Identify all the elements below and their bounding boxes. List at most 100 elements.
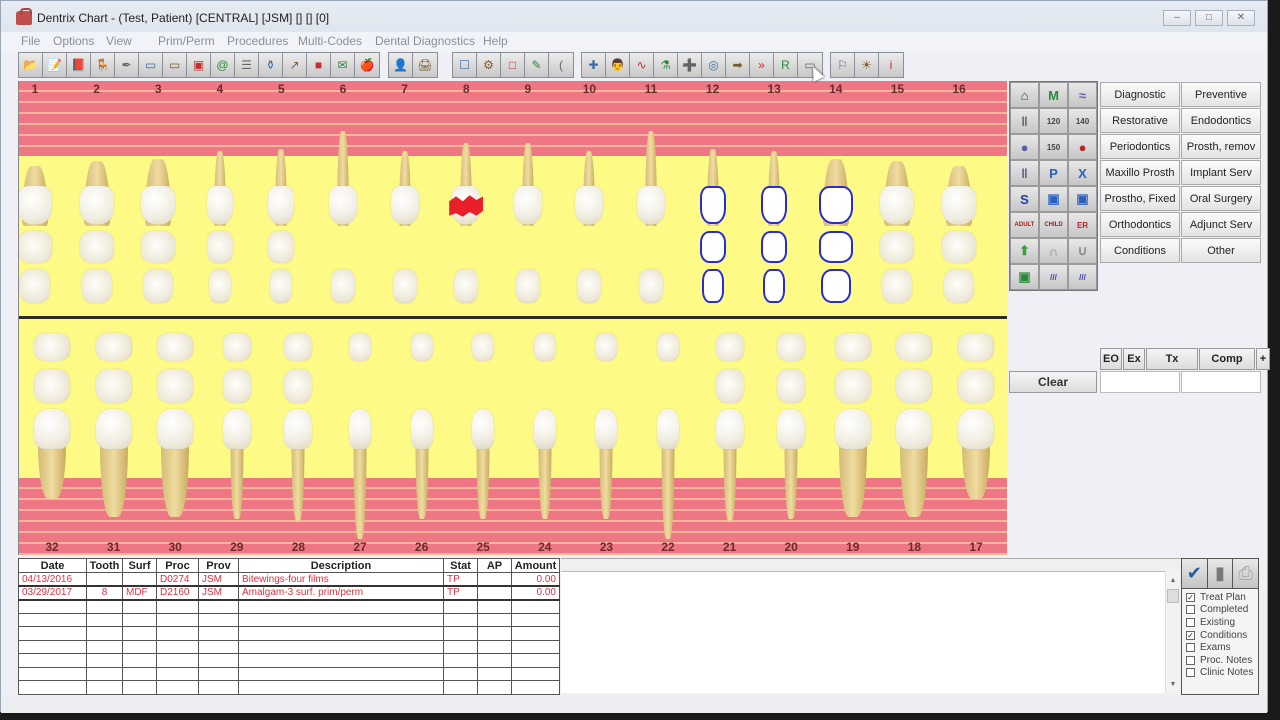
- hatch-lower-button[interactable]: ///: [1068, 264, 1097, 290]
- prescriptions-button[interactable]: ⚱: [259, 53, 283, 77]
- close-button[interactable]: ✕: [1227, 10, 1255, 26]
- procedure-row[interactable]: 03/29/2017 8 MDF D2160 JSM Amalgam-3 surf. pr…: [18, 585, 560, 601]
- checkbox[interactable]: [1186, 643, 1195, 653]
- scroll-up-arrow[interactable]: ▲: [1166, 575, 1180, 587]
- minimize-button[interactable]: –: [1163, 10, 1191, 26]
- tooth-22[interactable]: [644, 319, 692, 555]
- root-canal-button[interactable]: ‖: [1010, 160, 1039, 186]
- category-orthodontics-button[interactable]: Orthodontics: [1100, 212, 1180, 237]
- child-button[interactable]: CHILD: [1039, 212, 1068, 238]
- tooth-4[interactable]: [196, 81, 244, 316]
- clinical-notes-area[interactable]: [561, 571, 1165, 693]
- tooth-20[interactable]: [767, 319, 815, 555]
- tooth-24[interactable]: [521, 319, 569, 555]
- treatment-planner-button[interactable]: ▭: [163, 53, 187, 77]
- menu-procedures[interactable]: Procedures: [227, 32, 288, 51]
- upper-arch-button[interactable]: ∩: [1039, 238, 1068, 264]
- tooth-17[interactable]: [952, 319, 1000, 555]
- film-b-button[interactable]: ▣: [1068, 186, 1097, 212]
- next-button[interactable]: ➡: [726, 53, 750, 77]
- tooth-25[interactable]: [459, 319, 507, 555]
- printer-button[interactable]: 🖨: [413, 53, 437, 77]
- tooth-1[interactable]: [19, 81, 59, 316]
- column-header-proc[interactable]: Proc: [156, 558, 199, 573]
- letters-button[interactable]: ✉: [331, 53, 355, 77]
- tooth-8[interactable]: [442, 81, 490, 316]
- checkbox[interactable]: [1186, 617, 1195, 627]
- probe-150-button[interactable]: 150: [1039, 134, 1068, 160]
- patient-info-button[interactable]: 👨: [606, 53, 630, 77]
- tooth-10[interactable]: [565, 81, 613, 316]
- checkbox[interactable]: [1186, 605, 1195, 615]
- family-file-button[interactable]: 📕: [67, 53, 91, 77]
- crown-button[interactable]: ●: [1010, 134, 1039, 160]
- ledger-button[interactable]: ▭: [139, 53, 163, 77]
- category-prostho-fixed-button[interactable]: Prostho, Fixed: [1100, 186, 1180, 211]
- column-header-ap[interactable]: AP: [477, 558, 512, 573]
- blank-button[interactable]: □: [501, 53, 525, 77]
- column-header-tooth[interactable]: Tooth: [86, 558, 123, 573]
- tooth-27[interactable]: [336, 319, 384, 555]
- tooth-15[interactable]: [873, 81, 921, 316]
- health-button[interactable]: 🍎: [355, 53, 379, 77]
- filter-proc-notes[interactable]: Proc. Notes: [1182, 654, 1258, 667]
- category-oral-surgery-button[interactable]: Oral Surgery: [1181, 186, 1261, 211]
- patient-folder-button[interactable]: ■: [307, 53, 331, 77]
- probe-120-button[interactable]: 120: [1039, 108, 1068, 134]
- arrow-tooth-button[interactable]: ⬆: [1010, 238, 1039, 264]
- menu-options[interactable]: Options: [53, 32, 94, 51]
- settings-button[interactable]: ⚙: [477, 53, 501, 77]
- filter-ex-button[interactable]: Ex: [1123, 348, 1145, 370]
- column-header-surf[interactable]: Surf: [122, 558, 157, 573]
- adult-button[interactable]: ADULT: [1010, 212, 1039, 238]
- tooth-19[interactable]: [829, 319, 877, 555]
- tooth-14[interactable]: [812, 81, 860, 316]
- filter-tx-button[interactable]: Tx: [1146, 348, 1198, 370]
- category-other-button[interactable]: Other: [1181, 238, 1261, 263]
- category-maxillo-prosth-button[interactable]: Maxillo Prosth: [1100, 160, 1180, 185]
- menu-view[interactable]: View: [106, 32, 132, 51]
- category-endodontics-button[interactable]: Endodontics: [1181, 108, 1261, 133]
- column-header-stat[interactable]: Stat: [443, 558, 478, 573]
- scroll-thumb[interactable]: [1167, 589, 1179, 603]
- edit-notes-button[interactable]: 📝: [43, 53, 67, 77]
- filter-more-button[interactable]: +: [1256, 348, 1270, 370]
- tooth-5[interactable]: [257, 81, 305, 316]
- filter-eo-button[interactable]: EO: [1100, 348, 1122, 370]
- tooth-view-button[interactable]: ☐: [453, 53, 477, 77]
- tooth-29[interactable]: [213, 319, 261, 555]
- extraction-button[interactable]: ●: [1068, 134, 1097, 160]
- tooth-13[interactable]: [750, 81, 798, 316]
- perio-button[interactable]: ✒: [115, 53, 139, 77]
- probe-button[interactable]: ✎: [525, 53, 549, 77]
- checkbox[interactable]: ✓: [1186, 592, 1195, 602]
- glasses-button[interactable]: ⚐: [831, 53, 855, 77]
- probe-140-button[interactable]: 140: [1068, 108, 1097, 134]
- info-button[interactable]: i: [879, 53, 903, 77]
- category-adjunct-serv-button[interactable]: Adjunct Serv: [1181, 212, 1261, 237]
- open-patient-button[interactable]: 📂: [19, 53, 43, 77]
- category-implant-serv-button[interactable]: Implant Serv: [1181, 160, 1261, 185]
- tooth-3[interactable]: [134, 81, 182, 316]
- code-field-2[interactable]: [1181, 371, 1261, 393]
- quick-labels-button[interactable]: ☰: [235, 53, 259, 77]
- filter-treat-plan[interactable]: ✓ Treat Plan: [1182, 591, 1258, 604]
- tooth-30[interactable]: [151, 319, 199, 555]
- sealant-s-button[interactable]: S: [1010, 186, 1039, 212]
- tooth-9[interactable]: [504, 81, 552, 316]
- lab-button[interactable]: ⚗: [654, 53, 678, 77]
- denture-button[interactable]: ≈: [1068, 82, 1097, 108]
- implant-m-button[interactable]: M: [1039, 82, 1068, 108]
- target-button[interactable]: ◎: [702, 53, 726, 77]
- image-button[interactable]: ▣: [1010, 264, 1039, 290]
- medical-alert-button[interactable]: ✚: [582, 53, 606, 77]
- hatch-upper-button[interactable]: ///: [1039, 264, 1068, 290]
- menu-dental-diagnostics[interactable]: Dental Diagnostics: [375, 32, 475, 51]
- filter-conditions[interactable]: ✓ Conditions: [1182, 629, 1258, 642]
- office-manager-button[interactable]: @: [211, 53, 235, 77]
- tooth-11[interactable]: [627, 81, 675, 316]
- checkmark-icon[interactable]: ✔: [1182, 559, 1208, 588]
- menu-prim-perm[interactable]: Prim/Perm: [158, 32, 215, 51]
- fast-forward-button[interactable]: »: [750, 53, 774, 77]
- filter-comp-button[interactable]: Comp: [1199, 348, 1255, 370]
